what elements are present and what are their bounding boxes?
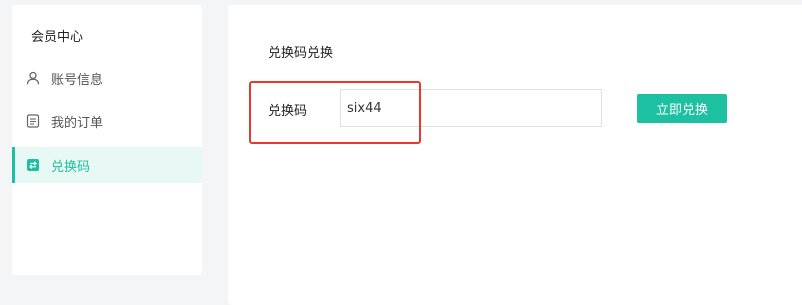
main-panel: 兑换码兑换 兑换码 立即兑换 xyxy=(228,5,802,305)
redeem-code-input[interactable] xyxy=(340,89,602,127)
document-icon xyxy=(26,114,40,128)
sidebar-item-my-orders[interactable]: 我的订单 xyxy=(12,103,202,139)
redeem-code-label: 兑换码 xyxy=(268,104,308,119)
sidebar-item-redeem-code[interactable]: 兑换码 xyxy=(12,147,202,183)
sidebar: 会员中心 账号信息 我的订单 兑换码 xyxy=(12,5,202,275)
sidebar-item-account-info[interactable]: 账号信息 xyxy=(12,60,202,96)
sidebar-item-label: 我的订单 xyxy=(51,115,104,131)
page-title: 兑换码兑换 xyxy=(268,46,334,61)
user-icon xyxy=(26,71,40,85)
exchange-icon xyxy=(26,158,40,172)
sidebar-item-label: 兑换码 xyxy=(51,159,91,175)
redeem-now-button[interactable]: 立即兑换 xyxy=(637,94,727,123)
sidebar-item-label: 账号信息 xyxy=(51,72,104,88)
sidebar-title: 会员中心 xyxy=(31,30,84,45)
